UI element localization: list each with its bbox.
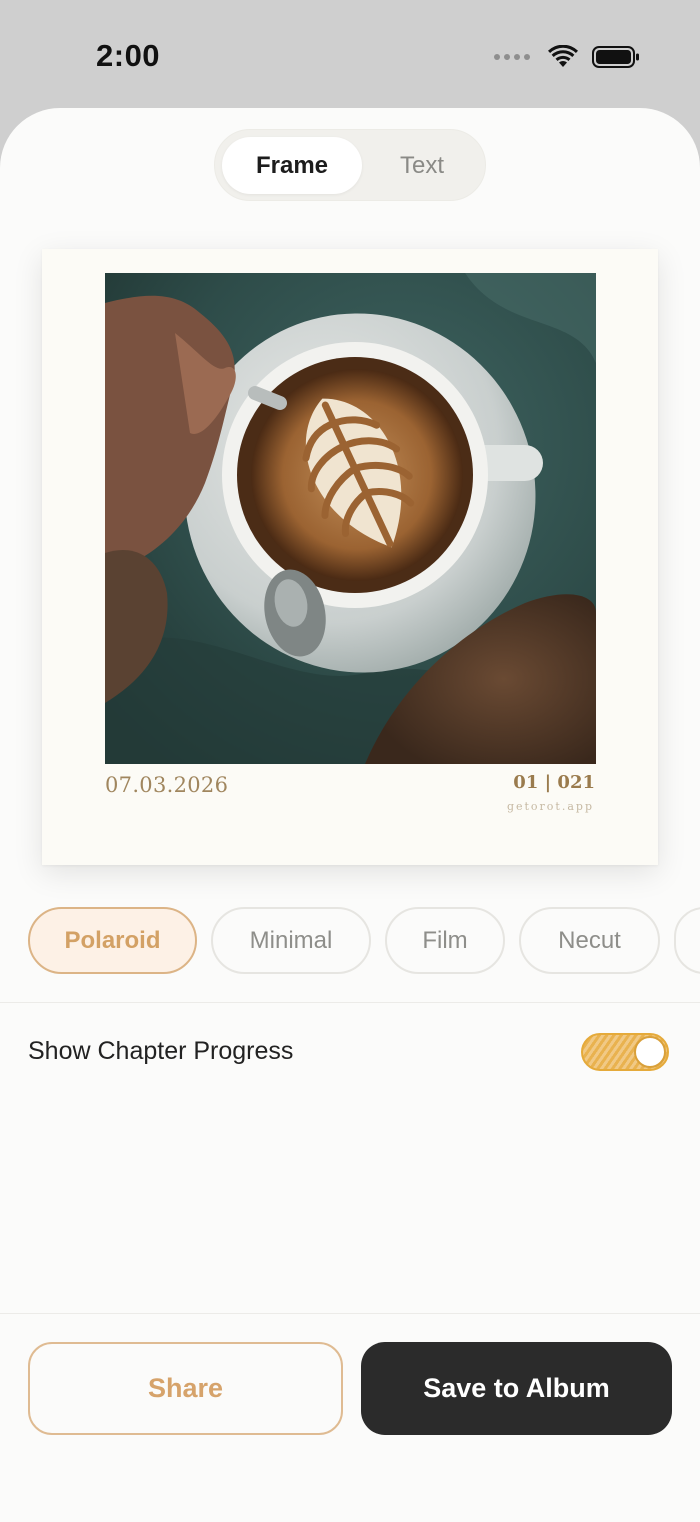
- chip-polaroid[interactable]: Polaroid: [28, 907, 197, 974]
- tab-frame[interactable]: Frame: [222, 137, 362, 194]
- chip-minimal[interactable]: Minimal: [211, 907, 371, 974]
- frame-count-text: 01 | 021: [513, 772, 595, 793]
- save-to-album-button[interactable]: Save to Album: [361, 1342, 672, 1435]
- mode-segmented-control: Frame Text: [214, 129, 486, 201]
- cellular-dots-icon: [494, 54, 530, 60]
- chip-necut[interactable]: Necut: [519, 907, 660, 974]
- chapter-progress-label: Show Chapter Progress: [28, 1037, 294, 1065]
- chapter-progress-toggle[interactable]: [581, 1033, 669, 1071]
- status-icons: [494, 40, 640, 74]
- editor-sheet: Frame Text 07.03.2026 01 | 021 getorot.a…: [0, 108, 700, 1522]
- divider: [0, 1002, 700, 1003]
- frame-preview: 07.03.2026 01 | 021 getorot.app: [42, 249, 658, 865]
- wifi-icon: [548, 45, 578, 67]
- tab-text[interactable]: Text: [352, 137, 492, 194]
- latte-art-coffee-cup-photo: [105, 273, 596, 764]
- toggle-knob: [634, 1036, 666, 1068]
- chip-more-partial[interactable]: [674, 907, 700, 974]
- frame-style-chips: Polaroid Minimal Film Necut: [28, 907, 700, 975]
- frame-date-text: 07.03.2026: [105, 773, 229, 797]
- share-button[interactable]: Share: [28, 1342, 343, 1435]
- frame-watermark-text: getorot.app: [506, 800, 594, 813]
- chip-film[interactable]: Film: [385, 907, 505, 974]
- divider: [0, 1313, 700, 1314]
- battery-icon: [592, 46, 639, 68]
- status-bar: 2:00: [0, 0, 700, 108]
- status-time: 2:00: [96, 38, 161, 73]
